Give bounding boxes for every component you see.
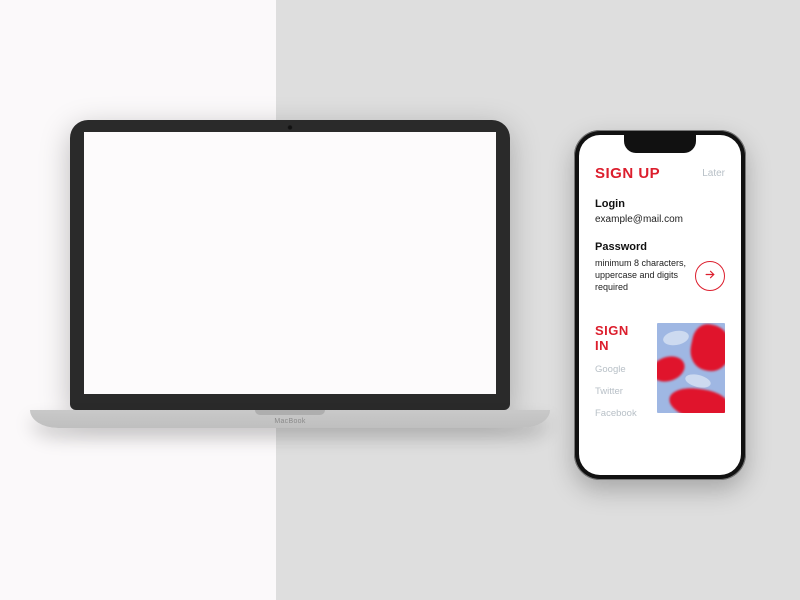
macbook-lid [70,120,510,410]
signin-title: SIGN IN [595,323,645,353]
iphone-mockup: SIGN UP Later Login example@mail.com Pas… [574,130,746,480]
login-input[interactable]: example@mail.com [595,214,725,225]
arrow-right-icon [704,268,717,284]
submit-button[interactable] [695,261,725,291]
device-mockup-stage: MacBook SIGN UP Later Login example@mail… [0,0,800,600]
macbook-screen [84,132,496,394]
password-hint: minimum 8 characters, uppercase and digi… [595,257,687,293]
social-facebook[interactable]: Facebook [595,408,645,419]
macbook-mockup: MacBook [70,120,510,428]
signup-title: SIGN UP [595,165,660,182]
macbook-base: MacBook [30,410,550,428]
password-label: Password [595,241,725,253]
macbook-brand-label: MacBook [274,418,305,425]
social-twitter[interactable]: Twitter [595,386,645,397]
signup-screen: SIGN UP Later Login example@mail.com Pas… [579,135,741,475]
decorative-artwork [657,323,725,413]
social-google[interactable]: Google [595,364,645,375]
iphone-screen: SIGN UP Later Login example@mail.com Pas… [579,135,741,475]
iphone-notch [624,135,696,153]
macbook-camera [288,125,293,130]
skip-link[interactable]: Later [702,168,725,179]
login-label: Login [595,198,725,210]
